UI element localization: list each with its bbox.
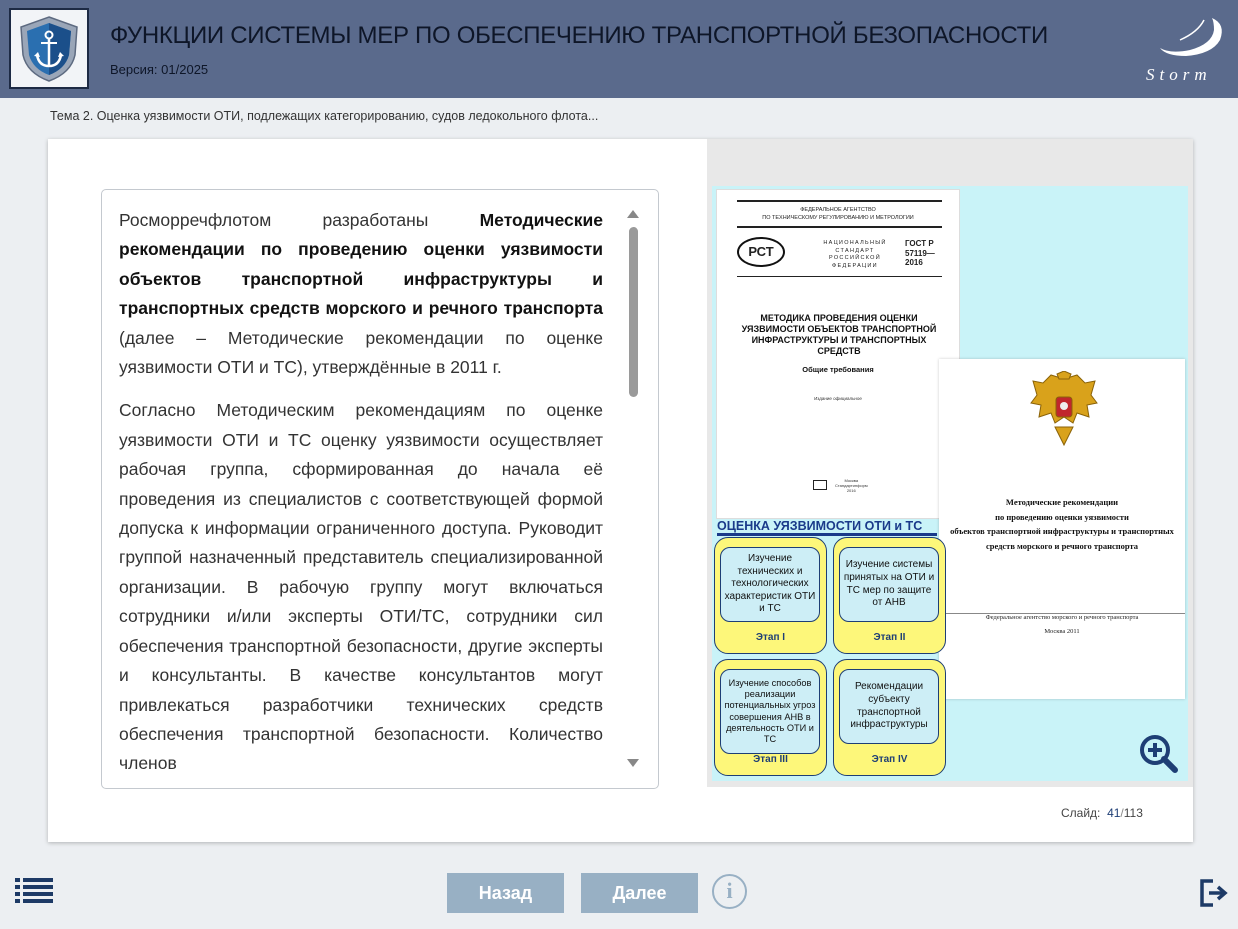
stage-1: Изучение технических и технологических х… [714,537,827,654]
paragraph-2: Согласно Методическим рекомендациям по о… [119,400,603,774]
stage-4: Рекомендации субъекту транспортной инфра… [833,659,946,776]
stage-4-label: Этап IV [871,754,908,765]
gost-subtitle: Общие требования [802,365,874,374]
gost-edition: Издание официальное [814,396,862,401]
breadcrumb: Тема 2. Оценка уязвимости ОТИ, подлежащи… [50,109,599,123]
back-button[interactable]: Назад [447,873,564,913]
gost-publisher: Москва Стандартинформ 2016 [813,478,868,496]
course-logo [9,8,89,89]
course-title: ФУНКЦИИ СИСТЕМЫ МЕР ПО ОБЕСПЕЧЕНИЮ ТРАНС… [110,22,1048,49]
publisher-mark-icon [813,480,827,490]
paragraph-1-rest: (далее – Методические рекомендации по оц… [119,327,603,378]
slide-label: Слайд: [1061,806,1101,820]
method-city: Москва 2011 [1044,628,1080,635]
stage-3-label: Этап III [753,754,788,765]
app-header: ФУНКЦИИ СИСТЕМЫ МЕР ПО ОБЕСПЕЧЕНИЮ ТРАНС… [0,0,1238,98]
scroll-up-arrow[interactable] [627,210,639,218]
next-button[interactable]: Далее [581,873,698,913]
gost-document-cover: ФЕДЕРАЛЬНОЕ АГЕНТСТВО ПО ТЕХНИЧЕСКОМУ РЕ… [716,189,960,519]
text-panel[interactable]: Росморречфлотом разработаны Методические… [101,189,659,789]
stage-1-label: Этап I [755,632,786,643]
version-label: Версия: 01/2025 [110,62,209,77]
exit-icon[interactable] [1199,878,1229,908]
text-content: Росморречфлотом разработаны Методические… [119,206,603,788]
gost-standard-label: НАЦИОНАЛЬНЫЙ СТАНДАРТ РОССИЙСКОЙ ФЕДЕРАЦ… [823,240,887,269]
paragraph-1: Росморречфлотом разработаны Методические… [119,206,603,382]
stage-4-text: Рекомендации субъекту транспортной инфра… [839,669,939,744]
anchor-shield-icon [20,15,78,82]
svg-text:Storm: Storm [1146,65,1212,84]
divider [737,200,942,202]
stage-3-text: Изучение способов реализации потенциальн… [720,669,820,754]
stage-3: Изучение способов реализации потенциальн… [714,659,827,776]
gost-title: МЕТОДИКА ПРОВЕДЕНИЯ ОЦЕНКИ УЯЗВИМОСТИ ОБ… [741,313,937,356]
list-menu-icon[interactable] [15,878,53,904]
rst-emblem: РСТ [737,237,785,267]
method-document-cover: Методические рекомендации по проведению … [939,359,1185,699]
divider [737,276,942,277]
stage-1-text: Изучение технических и технологических х… [720,547,820,622]
method-agency: Федеральное агентство морского и речного… [985,614,1139,621]
gost-number: ГОСТ Р 57119— 2016 [905,239,935,267]
slide-counter: Слайд: 41/113 [1061,806,1143,820]
gost-agency: ФЕДЕРАЛЬНОЕ АГЕНТСТВО ПО ТЕХНИЧЕСКОМУ РЕ… [762,207,914,221]
illustration-panel: ФЕДЕРАЛЬНОЕ АГЕНТСТВО ПО ТЕХНИЧЕСКОМУ РЕ… [707,139,1193,787]
coat-of-arms-icon [1030,371,1098,447]
slide-current: 41 [1107,806,1121,820]
stage-2-label: Этап II [873,632,906,643]
paragraph-1-intro: Росморречфлотом разработаны [119,210,480,230]
slide-card: Росморречфлотом разработаны Методические… [48,139,1193,842]
stage-2: Изучение системы принятых на ОТИ и ТС ме… [833,537,946,654]
slide-total: 113 [1123,806,1143,820]
assessment-title: ОЦЕНКА УЯЗВИМОСТИ ОТИ и ТС [717,519,937,536]
gost-publisher-text: Москва Стандартинформ 2016 [835,478,868,493]
zoom-in-icon[interactable] [1138,733,1178,773]
info-button[interactable]: i [712,874,747,909]
storm-brand-logo: Storm [1140,10,1232,88]
stage-2-text: Изучение системы принятых на ОТИ и ТС ме… [839,547,939,622]
scroll-down-arrow[interactable] [627,759,639,767]
divider [737,226,942,228]
scrollbar-thumb[interactable] [629,227,638,397]
method-title: Методические рекомендации по проведению … [950,497,1174,551]
